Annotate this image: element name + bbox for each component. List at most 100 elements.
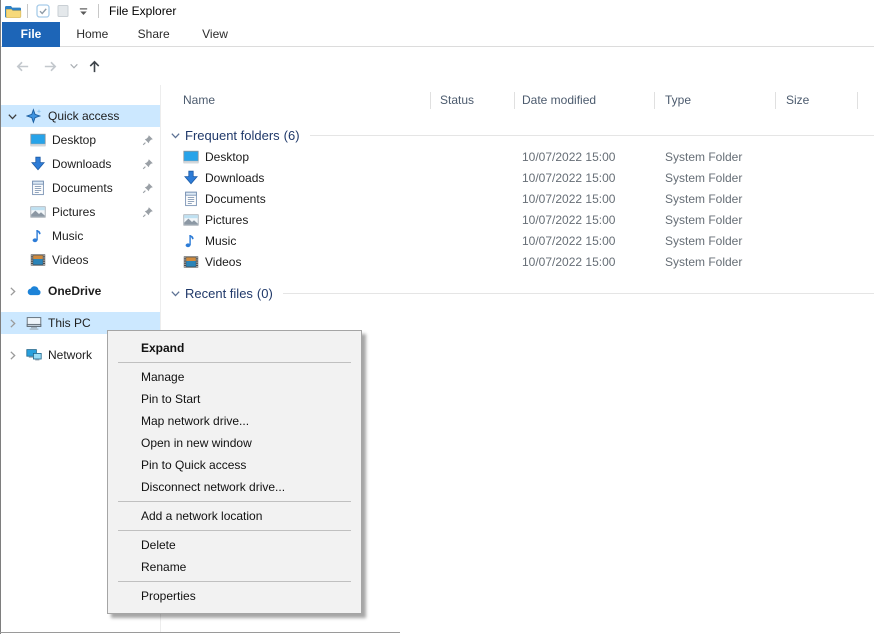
group-header-recent-files[interactable]: Recent files (0) <box>160 281 874 305</box>
menu-separator <box>118 362 351 363</box>
column-header-size[interactable]: Size <box>786 85 809 115</box>
qat-properties-icon <box>36 4 50 18</box>
group-collapse-icon[interactable] <box>170 130 181 141</box>
sidebar-item-label: Documents <box>52 181 113 195</box>
column-resize-handle[interactable] <box>430 92 431 109</box>
row-name: Pictures <box>205 210 248 231</box>
sidebar-item-music[interactable]: Music <box>0 225 160 247</box>
row-type: System Folder <box>665 231 742 252</box>
table-row-videos[interactable]: Videos 10/07/2022 15:00 System Folder <box>160 252 874 273</box>
column-header-date-modified[interactable]: Date modified <box>522 85 596 115</box>
divider <box>98 4 99 18</box>
menu-separator <box>118 581 351 582</box>
expander-right-icon[interactable] <box>7 350 18 361</box>
pin-icon <box>142 182 154 194</box>
menu-item-pin-to-quick-access[interactable]: Pin to Quick access <box>108 454 361 476</box>
documents-icon <box>183 191 199 207</box>
qat-newitem-icon <box>56 4 70 18</box>
menu-separator <box>118 530 351 531</box>
table-row-music[interactable]: Music 10/07/2022 15:00 System Folder <box>160 231 874 252</box>
column-headers: Name Status Date modified Type Size <box>160 85 874 115</box>
menu-item-rename[interactable]: Rename <box>108 556 361 578</box>
row-date: 10/07/2022 15:00 <box>522 147 615 168</box>
forward-icon <box>42 58 59 75</box>
column-resize-handle[interactable] <box>857 92 858 109</box>
sidebar-item-pictures[interactable]: Pictures <box>0 201 160 223</box>
history-dropdown-icon <box>69 61 79 71</box>
file-explorer-logo-icon <box>4 3 22 19</box>
tab-file[interactable]: File <box>2 22 60 47</box>
pin-icon <box>142 206 154 218</box>
sidebar-item-label: Downloads <box>52 157 111 171</box>
sidebar-item-documents[interactable]: Documents <box>0 177 160 199</box>
column-resize-handle[interactable] <box>514 92 515 109</box>
table-row-downloads[interactable]: Downloads 10/07/2022 15:00 System Folder <box>160 168 874 189</box>
expander-right-icon[interactable] <box>7 286 18 297</box>
sidebar-item-videos[interactable]: Videos <box>0 249 160 271</box>
row-date: 10/07/2022 15:00 <box>522 210 615 231</box>
ribbon-tabs: File Home Share View <box>0 22 874 47</box>
column-header-status[interactable]: Status <box>440 85 474 115</box>
sidebar-item-label: Desktop <box>52 133 96 147</box>
group-count: (0) <box>257 286 273 301</box>
back-button[interactable] <box>12 57 32 75</box>
tab-home[interactable]: Home <box>63 22 121 47</box>
table-row-pictures[interactable]: Pictures 10/07/2022 15:00 System Folder <box>160 210 874 231</box>
expander-right-icon[interactable] <box>7 318 18 329</box>
history-dropdown-button[interactable] <box>64 57 84 75</box>
column-resize-handle[interactable] <box>775 92 776 109</box>
forward-button[interactable] <box>40 57 60 75</box>
row-type: System Folder <box>665 252 742 273</box>
menu-item-delete[interactable]: Delete <box>108 534 361 556</box>
column-header-name[interactable]: Name <box>183 85 215 115</box>
column-resize-handle[interactable] <box>654 92 655 109</box>
qat-properties-button[interactable] <box>33 2 53 20</box>
expander-down-icon[interactable] <box>7 111 18 122</box>
table-row-desktop[interactable]: Desktop 10/07/2022 15:00 System Folder <box>160 147 874 168</box>
back-icon <box>14 58 31 75</box>
downloads-icon <box>183 170 199 186</box>
menu-item-disconnect-network-drive[interactable]: Disconnect network drive... <box>108 476 361 498</box>
qat-newitem-button[interactable] <box>53 2 73 20</box>
qat-dropdown-icon <box>78 6 89 17</box>
network-icon <box>26 347 42 363</box>
row-name: Desktop <box>205 147 249 168</box>
up-button[interactable] <box>84 57 104 75</box>
table-row-documents[interactable]: Documents 10/07/2022 15:00 System Folder <box>160 189 874 210</box>
sidebar-item-downloads[interactable]: Downloads <box>0 153 160 175</box>
group-header-frequent-folders[interactable]: Frequent folders (6) <box>160 123 874 147</box>
sidebar-item-label: Network <box>48 348 92 362</box>
sidebar-item-quick-access[interactable]: Quick access <box>0 105 160 127</box>
pictures-icon <box>30 204 46 220</box>
music-icon <box>183 233 199 249</box>
up-icon <box>86 58 103 75</box>
row-type: System Folder <box>665 210 742 231</box>
tab-view[interactable]: View <box>186 22 244 47</box>
desktop-icon <box>30 132 46 148</box>
sidebar-item-desktop[interactable]: Desktop <box>0 129 160 151</box>
column-header-type[interactable]: Type <box>665 85 691 115</box>
menu-separator <box>118 501 351 502</box>
documents-icon <box>30 180 46 196</box>
menu-item-properties[interactable]: Properties <box>108 585 361 607</box>
group-collapse-icon[interactable] <box>170 288 181 299</box>
menu-item-add-network-location[interactable]: Add a network location <box>108 505 361 527</box>
tab-share[interactable]: Share <box>125 22 183 47</box>
row-type: System Folder <box>665 147 742 168</box>
sidebar-item-label: Music <box>52 229 83 243</box>
sidebar-item-onedrive[interactable]: OneDrive <box>0 280 160 302</box>
sidebar-item-label: Pictures <box>52 205 95 219</box>
row-type: System Folder <box>665 168 742 189</box>
row-name: Documents <box>205 189 266 210</box>
menu-item-pin-to-start[interactable]: Pin to Start <box>108 388 361 410</box>
qat-customize-dropdown[interactable] <box>73 2 93 20</box>
row-date: 10/07/2022 15:00 <box>522 231 615 252</box>
desktop-icon <box>183 149 199 165</box>
divider <box>27 4 28 18</box>
group-count: (6) <box>284 128 300 143</box>
menu-item-open-in-new-window[interactable]: Open in new window <box>108 432 361 454</box>
menu-item-manage[interactable]: Manage <box>108 366 361 388</box>
menu-item-map-network-drive[interactable]: Map network drive... <box>108 410 361 432</box>
menu-item-expand[interactable]: Expand <box>108 337 361 359</box>
sidebar-item-label: OneDrive <box>48 284 101 298</box>
